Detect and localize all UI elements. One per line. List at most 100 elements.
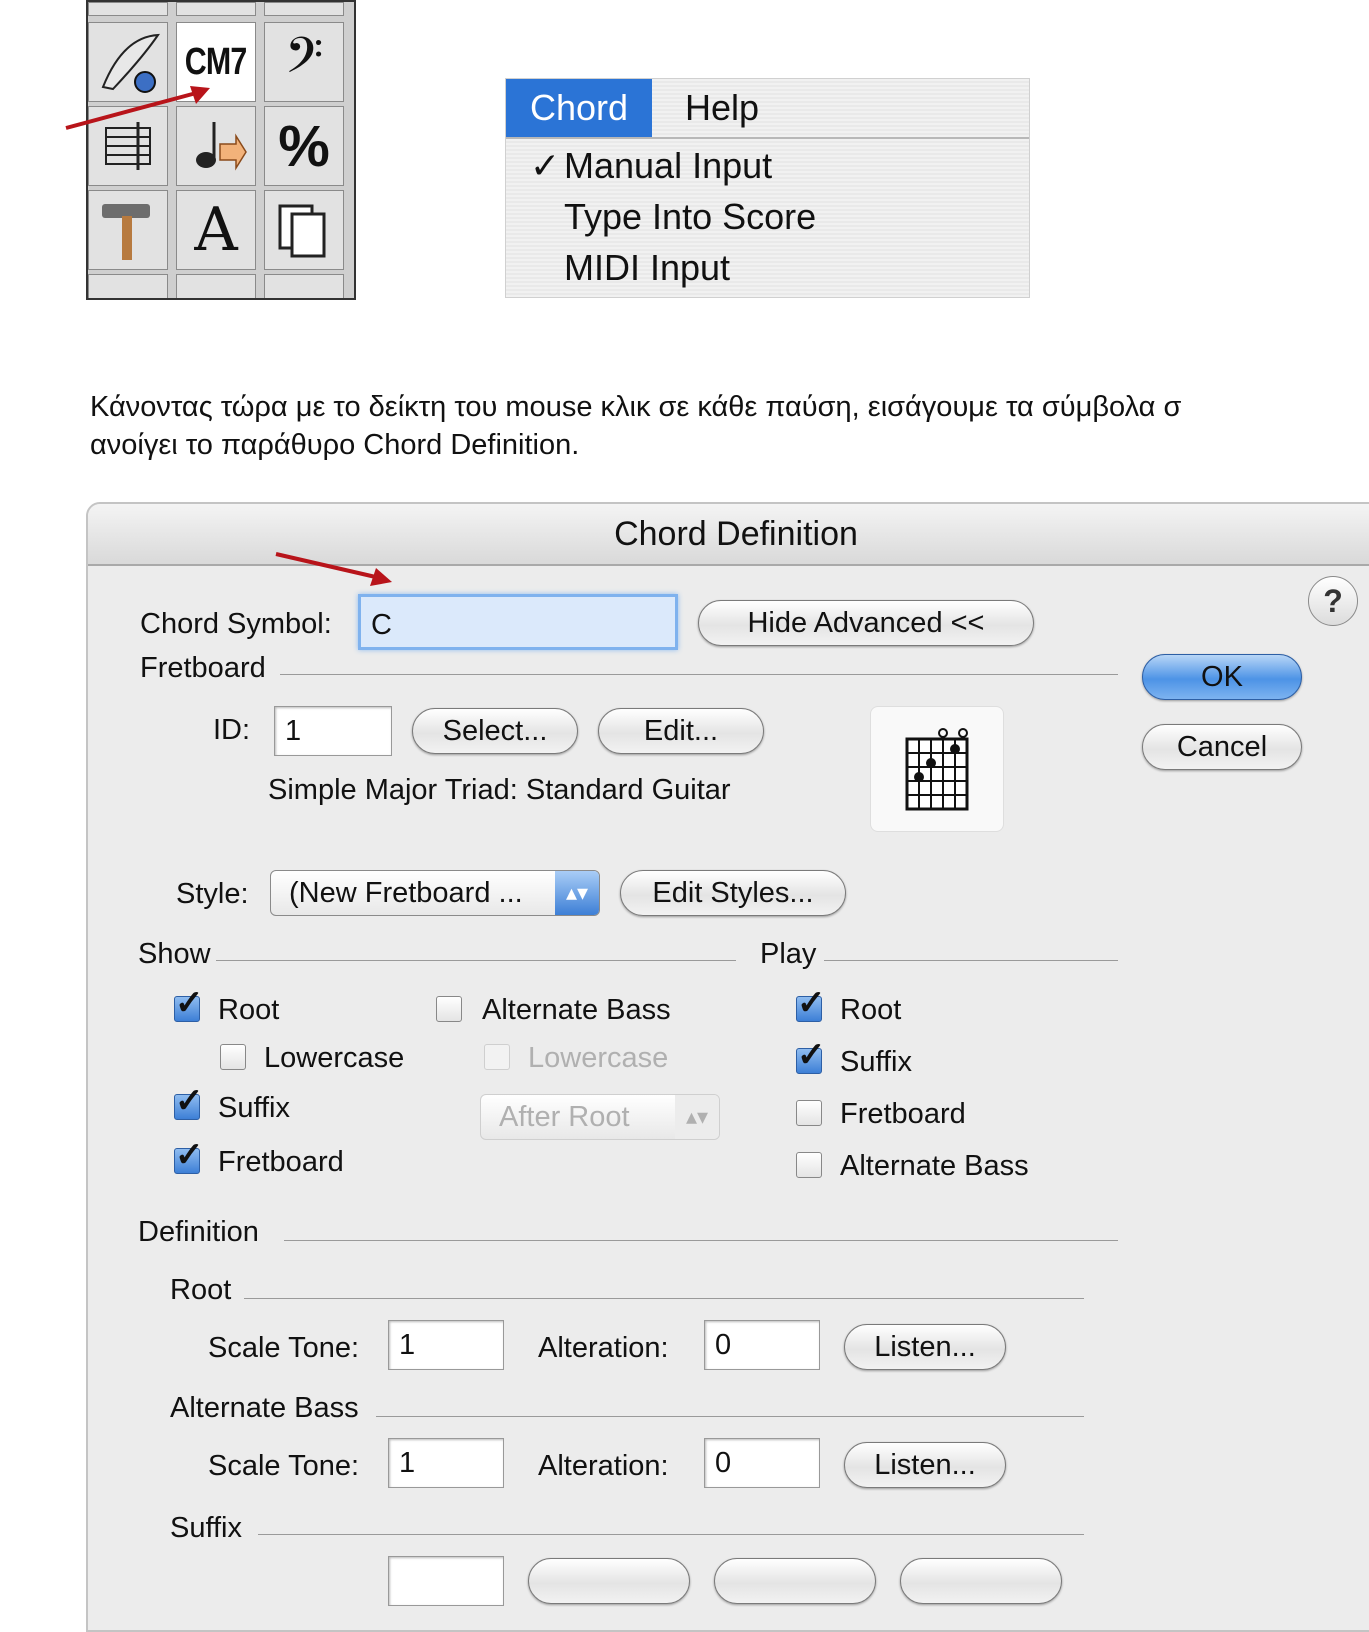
play-root-checkbox[interactable]: ✓ [796,984,826,1022]
palette-tool-bottom-3[interactable] [264,274,344,298]
suffix-input-partial[interactable] [388,1556,504,1606]
menu-chord[interactable]: Chord [506,79,653,137]
chord-definition-dialog: Chord Definition ? Chord Symbol: C Hide … [86,502,1369,1632]
ok-button[interactable]: OK [1142,654,1302,700]
palette-tool-bottom-1[interactable] [88,274,168,298]
paragraph-line-1: Κάνοντας τώρα με το δείκτη του mouse κλι… [90,391,1182,423]
root-divider [244,1298,1084,1299]
percent-tool[interactable]: % [264,106,344,186]
page-layout-tool[interactable] [264,190,344,270]
show-alternate-bass-label: Alternate Bass [482,994,671,1026]
checkmark-icon: ✓ [797,984,826,1022]
menu-help[interactable]: Help [661,79,783,137]
alt-lowercase-checkbox[interactable] [484,1044,510,1070]
menu-item-label: Manual Input [564,145,773,186]
definition-section-label: Definition [138,1216,259,1248]
play-alternate-bass-label: Alternate Bass [840,1150,1029,1182]
play-fretboard-checkbox[interactable] [796,1100,822,1126]
menu-item-label: Type Into Score [564,196,817,237]
show-suffix-checkbox[interactable]: ✓ [174,1082,204,1120]
hammer-tool[interactable] [88,190,168,270]
fretboard-description: Simple Major Triad: Standard Guitar [268,774,731,806]
show-root-checkbox[interactable]: ✓ [174,984,204,1022]
edit-button[interactable]: Edit... [598,708,764,754]
alt-bass-divider [376,1416,1084,1417]
fretboard-preview[interactable] [870,706,1004,832]
paragraph-line-2: ανοίγει το παράθυρο Chord Definition. [90,429,580,461]
palette-tool-top-1[interactable] [88,2,168,16]
root-scale-tone-input[interactable]: 1 [388,1320,504,1370]
show-fretboard-checkbox[interactable]: ✓ [174,1136,204,1174]
checkmark-icon: ✓ [175,984,204,1022]
show-root-label: Root [218,994,280,1026]
suffix-button-2[interactable] [714,1558,876,1604]
suffix-button-1[interactable] [528,1558,690,1604]
alt-bass-section-label: Alternate Bass [170,1392,359,1424]
checkmark-icon: ✓ [175,1082,204,1120]
clef-tool[interactable]: 𝄢 [264,22,344,102]
after-root-value: After Root [499,1101,630,1133]
chord-tool-label: CM7 [185,40,248,83]
play-suffix-label: Suffix [840,1046,913,1078]
menu-item-label: MIDI Input [564,247,731,288]
text-tool-icon: A [194,195,238,265]
show-section-label: Show [138,938,211,970]
play-divider [824,960,1118,961]
hide-advanced-button[interactable]: Hide Advanced << [698,600,1034,646]
root-section-label: Root [170,1274,232,1306]
updown-arrows-icon: ▴▾ [555,871,599,915]
play-suffix-checkbox[interactable]: ✓ [796,1036,826,1074]
style-popup[interactable]: (New Fretboard ... ▴▾ [270,870,600,916]
checkmark-icon: ✓ [797,1036,826,1074]
definition-divider [284,1240,1118,1241]
alt-alteration-input[interactable]: 0 [704,1438,820,1488]
after-root-popup[interactable]: After Root ▴▾ [480,1094,720,1140]
style-label: Style: [176,878,249,910]
root-listen-button[interactable]: Listen... [844,1324,1006,1370]
fretboard-divider [280,674,1118,675]
edit-styles-button[interactable]: Edit Styles... [620,870,846,916]
help-button[interactable]: ? [1308,576,1358,626]
text-tool[interactable]: A [176,190,256,270]
play-section-label: Play [760,938,817,970]
palette-tool-top-2[interactable] [176,2,256,16]
cancel-button[interactable]: Cancel [1142,724,1302,770]
palette-tool-top-3[interactable] [264,2,344,16]
menu-item-manual-input[interactable]: ✓ Manual Input [530,141,772,191]
fretboard-diagram-icon [905,728,969,811]
fretboard-id-input[interactable]: 1 [274,706,392,756]
annotation-arrow-chord-symbol [275,552,392,586]
show-fretboard-label: Fretboard [218,1146,344,1178]
percent-icon: % [278,113,330,179]
root-scale-tone-label: Scale Tone: [208,1332,360,1364]
play-alternate-bass-checkbox[interactable] [796,1152,822,1178]
show-divider [216,960,736,961]
fretboard-section-label: Fretboard [140,652,266,684]
alt-listen-button[interactable]: Listen... [844,1442,1006,1488]
chord-menu: Chord Help ✓ Manual Input Type Into Score… [505,78,1030,298]
select-button[interactable]: Select... [412,708,578,754]
chord-symbol-label: Chord Symbol: [140,608,332,640]
pages-icon [278,204,326,258]
root-alteration-input[interactable]: 0 [704,1320,820,1370]
suffix-divider [258,1534,1084,1535]
palette-tool-bottom-2[interactable] [176,274,256,298]
bass-clef-icon: 𝄢 [284,27,324,97]
menu-bar: Chord Help [506,79,1029,139]
hammer-icon [102,204,150,260]
alt-lowercase-label: Lowercase [528,1042,669,1074]
alt-scale-tone-label: Scale Tone: [208,1450,360,1482]
show-alternate-bass-checkbox[interactable] [436,996,462,1022]
alt-scale-tone-input[interactable]: 1 [388,1438,504,1488]
show-lowercase-label: Lowercase [264,1042,405,1074]
menu-item-type-into-score[interactable]: Type Into Score [530,192,816,242]
root-alteration-label: Alteration: [538,1332,669,1364]
id-label: ID: [213,714,251,746]
style-popup-value: (New Fretboard ... [289,877,523,909]
suffix-button-3[interactable] [900,1558,1062,1604]
annotation-arrow-palette [65,86,210,130]
suffix-section-label: Suffix [170,1512,243,1544]
show-lowercase-checkbox[interactable] [220,1044,246,1070]
chord-symbol-input[interactable]: C [358,594,678,650]
menu-item-midi-input[interactable]: MIDI Input [530,243,730,293]
